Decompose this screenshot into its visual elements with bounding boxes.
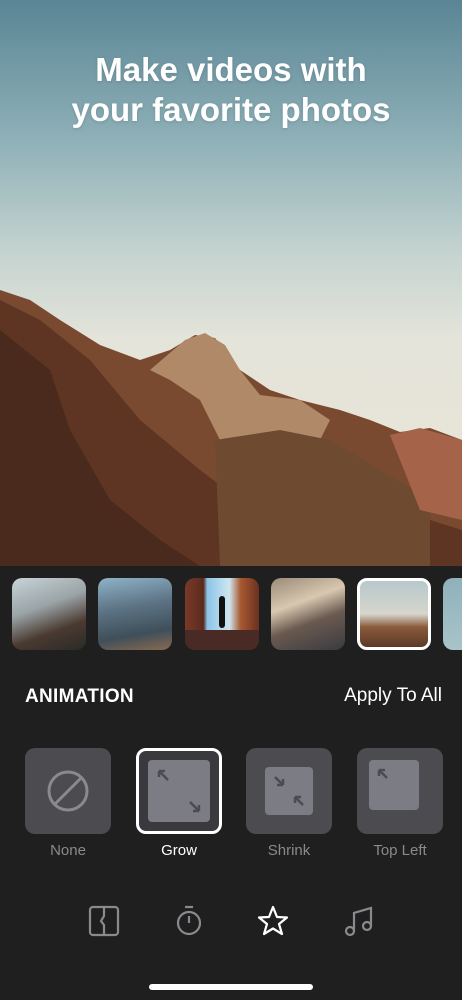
apply-to-all-button[interactable]: Apply To All [344,685,442,707]
home-indicator[interactable] [149,984,313,990]
animation-label-grow: Grow [161,842,197,859]
shrink-arrows-icon [265,767,313,815]
headline: Make videos with your favorite photos [0,50,462,130]
hiker-figure [219,596,225,628]
animation-label-top-left: Top Left [373,842,427,859]
toolbar-animation-button[interactable] [256,904,290,938]
thumbnail-canyon-hiker[interactable] [98,578,172,650]
animation-option-shrink[interactable] [246,748,332,834]
thumbnail-mountain-peak-selected[interactable] [357,578,431,650]
toolbar-duration-button[interactable] [172,904,206,938]
stopwatch-icon [176,905,202,936]
thumbnail-hiker-silhouette[interactable] [185,578,259,650]
animation-option-none[interactable] [25,748,111,834]
grow-arrows-icon [148,760,210,822]
toolbar-music-button[interactable] [341,904,375,938]
star-icon [257,905,289,936]
headline-line-1: Make videos with [95,51,367,88]
prohibited-icon [47,770,89,812]
top-left-arrow-icon [369,760,419,810]
thumbnail-group-of-hikers[interactable] [12,578,86,650]
hero-photo: Make videos with your favorite photos [0,0,462,566]
music-note-icon [344,906,373,937]
headline-line-2: your favorite photos [71,91,391,128]
animation-label-none: None [50,842,86,859]
animation-section-title: ANIMATION [25,686,134,707]
toolbar-crop-button[interactable] [87,904,121,938]
animation-option-grow[interactable] [136,748,222,834]
split-frame-icon [88,905,120,937]
animation-option-top-left[interactable] [357,748,443,834]
thumbnail-next[interactable] [443,578,462,650]
ground [185,630,259,650]
thumbnail-hikers-on-trail[interactable] [271,578,345,650]
animation-label-shrink: Shrink [267,842,311,859]
